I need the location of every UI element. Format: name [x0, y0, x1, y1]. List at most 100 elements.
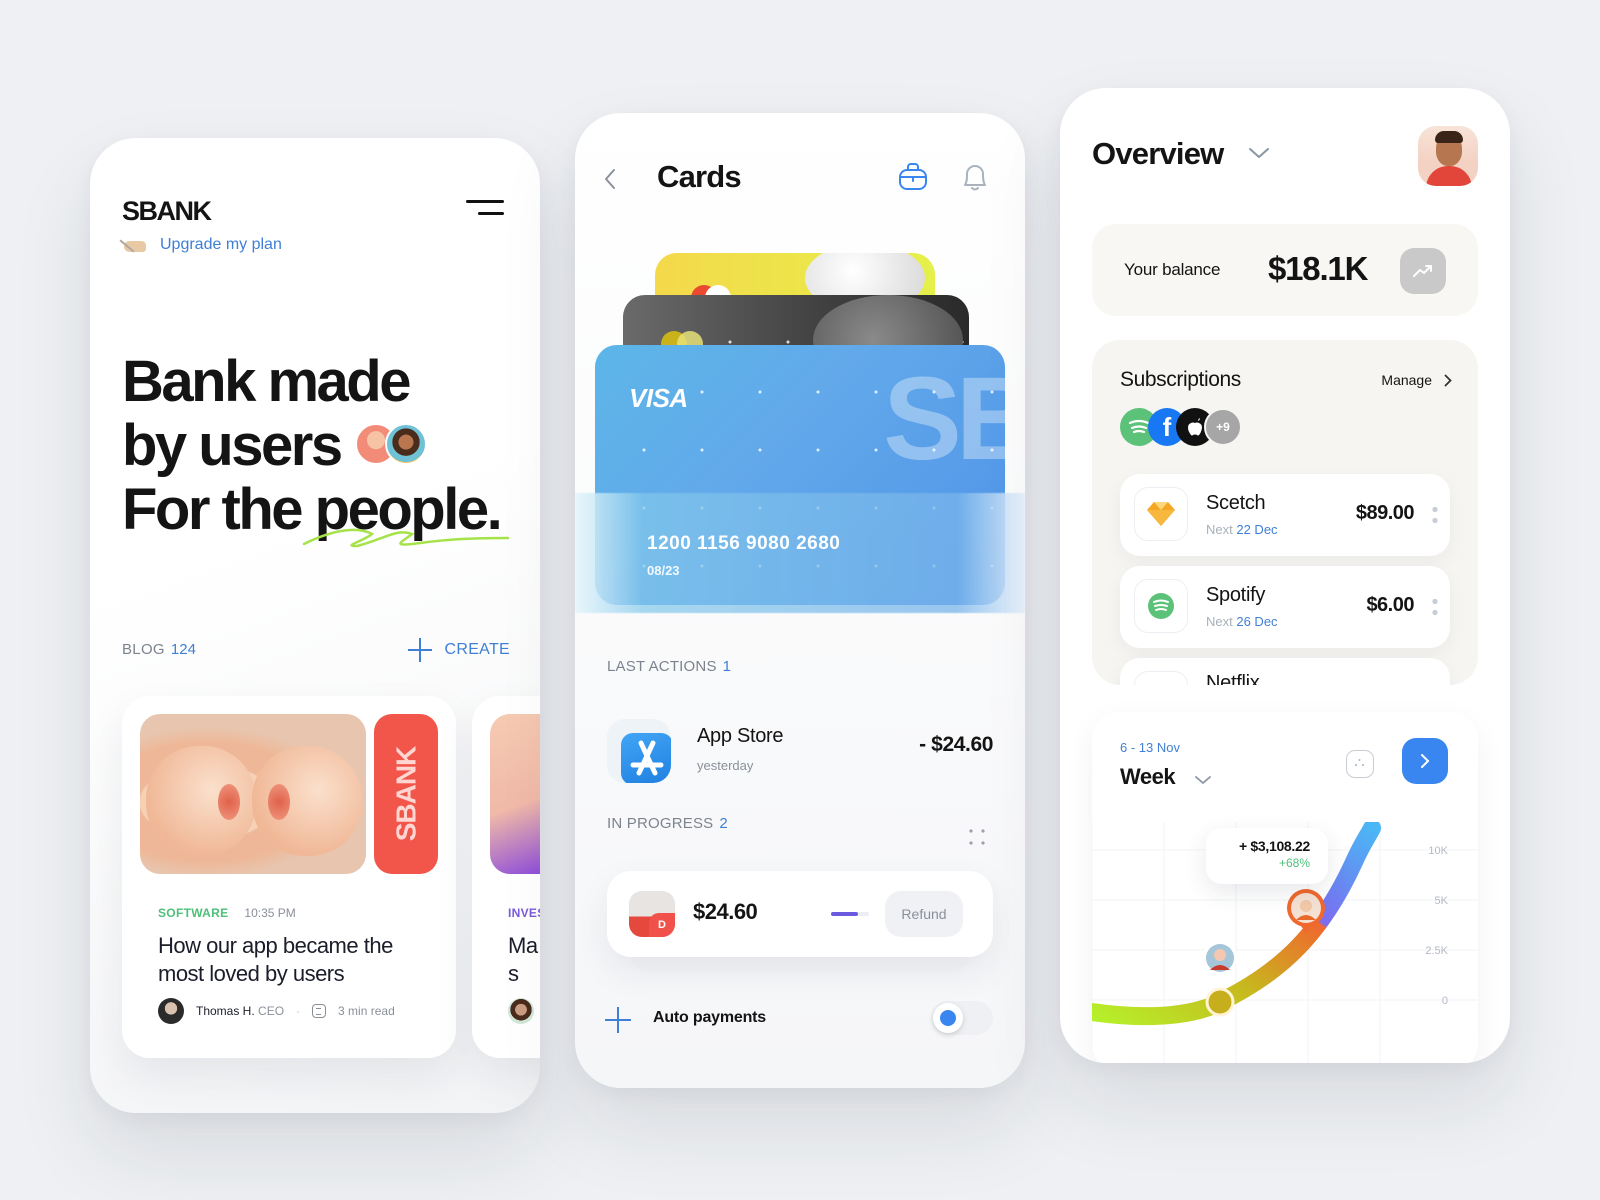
menu-line: [478, 212, 504, 215]
chart-tooltip: + $3,108.22 +68%: [1206, 828, 1328, 884]
author-role: CEO: [258, 1004, 285, 1018]
create-post-button[interactable]: CREATE: [408, 638, 510, 662]
app-logo: SBANK: [122, 196, 212, 226]
filter-icon[interactable]: [1346, 750, 1374, 778]
toggle-knob: [933, 1003, 963, 1033]
subscriptions-panel: Subscriptions Manage f +9 Scetch Next 22…: [1092, 340, 1478, 685]
manage-link[interactable]: Manage: [1381, 372, 1452, 388]
subscription-next: Next 22 Dec: [1206, 522, 1278, 537]
next-period-button[interactable]: [1402, 738, 1448, 784]
badge-text: SBANK: [390, 746, 421, 842]
post-meta: SOFTWARE 10:35 PM: [158, 906, 296, 920]
chevron-down-icon[interactable]: [1248, 146, 1270, 160]
manage-label: Manage: [1381, 372, 1432, 388]
progress-bar: [831, 912, 869, 916]
blog-post-card[interactable]: SBANK SOFTWARE 10:35 PM How our app beca…: [122, 696, 456, 1058]
sketch-logo-icon: [1134, 487, 1188, 541]
post-title: Ma firs: [508, 933, 540, 986]
page-title: Cards: [657, 159, 742, 194]
weekly-chart-card: 6 - 13 Nov Week 10K 5K 2.5K 0 + $3,108.2…: [1092, 712, 1478, 1063]
more-subscriptions-count[interactable]: +9: [1204, 408, 1242, 446]
chevron-right-icon: [1444, 374, 1452, 386]
menu-button[interactable]: [466, 198, 504, 220]
balance-value: $18.1K: [1268, 250, 1368, 287]
post-meta: INVES: [508, 906, 540, 920]
heart-gap: [218, 784, 240, 820]
trending-up-icon: [1413, 265, 1432, 277]
subscription-price: $89.00: [1355, 502, 1415, 524]
y-tick-label: 10K: [1428, 845, 1448, 857]
overview-screen: Overview Your balance $18.1K Subscriptio…: [1060, 88, 1510, 1063]
wallet-bag-icon[interactable]: [897, 161, 929, 193]
subscription-item[interactable]: Scetch Next 22 Dec $89.00: [1120, 474, 1450, 556]
subscription-name: Netflix: [1206, 672, 1260, 685]
subscription-item[interactable]: Spotify Next 26 Dec $6.00: [1120, 566, 1450, 648]
in-progress-header: IN PROGRESS 2: [607, 815, 728, 832]
blog-post-card[interactable]: INVES Ma firs: [472, 696, 540, 1058]
post-title: How our app became the most loved by use…: [158, 933, 393, 986]
curve-point: [1205, 987, 1235, 1017]
y-tick-label: 5K: [1435, 895, 1449, 907]
tooltip-change: +68%: [1278, 856, 1310, 870]
add-auto-payment-icon[interactable]: [605, 1007, 631, 1033]
balance-label: Your balance: [1124, 260, 1221, 279]
page-title: Overview: [1092, 136, 1224, 171]
author-avatar: [158, 998, 184, 1024]
in-progress-item[interactable]: D $24.60 Refund: [607, 871, 993, 957]
subscription-logos: f +9: [1120, 408, 1242, 446]
sbank-badge: SBANK: [374, 714, 438, 874]
post-image-heart-hands: [140, 714, 366, 874]
more-options-icon[interactable]: [965, 825, 989, 849]
profile-avatar[interactable]: [1418, 126, 1478, 186]
auto-payments-toggle[interactable]: [931, 1001, 993, 1035]
blog-screen: SBANK Upgrade my plan Bank made by users…: [90, 138, 540, 1113]
spotify-logo-icon: [1134, 579, 1188, 633]
action-name: App Store: [697, 725, 784, 747]
back-chevron-icon[interactable]: [601, 167, 621, 191]
trend-button[interactable]: [1400, 248, 1446, 294]
kebab-menu-icon[interactable]: [1432, 504, 1438, 526]
next-label: Next: [1206, 614, 1233, 629]
user-avatars: [354, 422, 427, 465]
section-label: LAST ACTIONS: [607, 658, 717, 675]
blog-header: BLOG 124 CREATE: [122, 638, 510, 662]
post-category: SOFTWARE: [158, 906, 229, 920]
read-time: 3 min read: [338, 1004, 395, 1018]
chevron-down-icon[interactable]: [1194, 774, 1212, 786]
subscription-name: Scetch: [1206, 492, 1266, 514]
action-time: yesterday: [697, 758, 754, 773]
progress-amount: $24.60: [693, 899, 758, 924]
bell-icon[interactable]: [959, 161, 991, 193]
post-author: Thomas H. CEO · 3 min read: [158, 998, 395, 1024]
next-label: Next: [1206, 522, 1233, 537]
hero-line-3: For the people.: [122, 478, 510, 548]
blog-label: BLOG: [122, 641, 165, 658]
y-tick-label: 0: [1442, 995, 1448, 1007]
subscriptions-title: Subscriptions: [1120, 368, 1241, 391]
kebab-menu-icon[interactable]: [1432, 596, 1438, 618]
section-count: 1: [722, 658, 732, 675]
menu-line: [466, 200, 504, 203]
card-number: 1200 1156 9080 2680: [647, 533, 841, 554]
upgrade-plan-link[interactable]: Upgrade my plan: [122, 236, 282, 254]
y-axis-ticks: 10K 5K 2.5K 0: [1425, 845, 1448, 1007]
post-image-3d-hand: [490, 714, 540, 874]
y-tick-label: 2.5K: [1425, 945, 1448, 957]
subscription-item[interactable]: Netflix: [1120, 658, 1450, 685]
card-stack[interactable]: VISA SB 1200 1156 9080 2680 08/23: [575, 253, 1025, 613]
period-title: Week: [1120, 764, 1176, 789]
author-avatar: [508, 998, 534, 1024]
next-date: 26 Dec: [1236, 614, 1278, 629]
scribble-underline: [302, 528, 510, 548]
action-amount: - $24.60: [919, 733, 993, 756]
auto-payments-label: Auto payments: [653, 1009, 766, 1026]
post-author: [508, 998, 534, 1024]
refund-button[interactable]: Refund: [885, 891, 963, 937]
tooltip-value: + $3,108.22: [1238, 838, 1310, 854]
next-date: 22 Dec: [1236, 522, 1278, 537]
cards-screen: Cards VISA SB 1200 1156 9080 2680 08/23 …: [575, 113, 1025, 1088]
card-expiry: 08/23: [647, 563, 680, 578]
app-store-icon: [607, 719, 671, 783]
blog-count: BLOG 124: [122, 641, 196, 659]
heart-gap: [268, 784, 290, 820]
